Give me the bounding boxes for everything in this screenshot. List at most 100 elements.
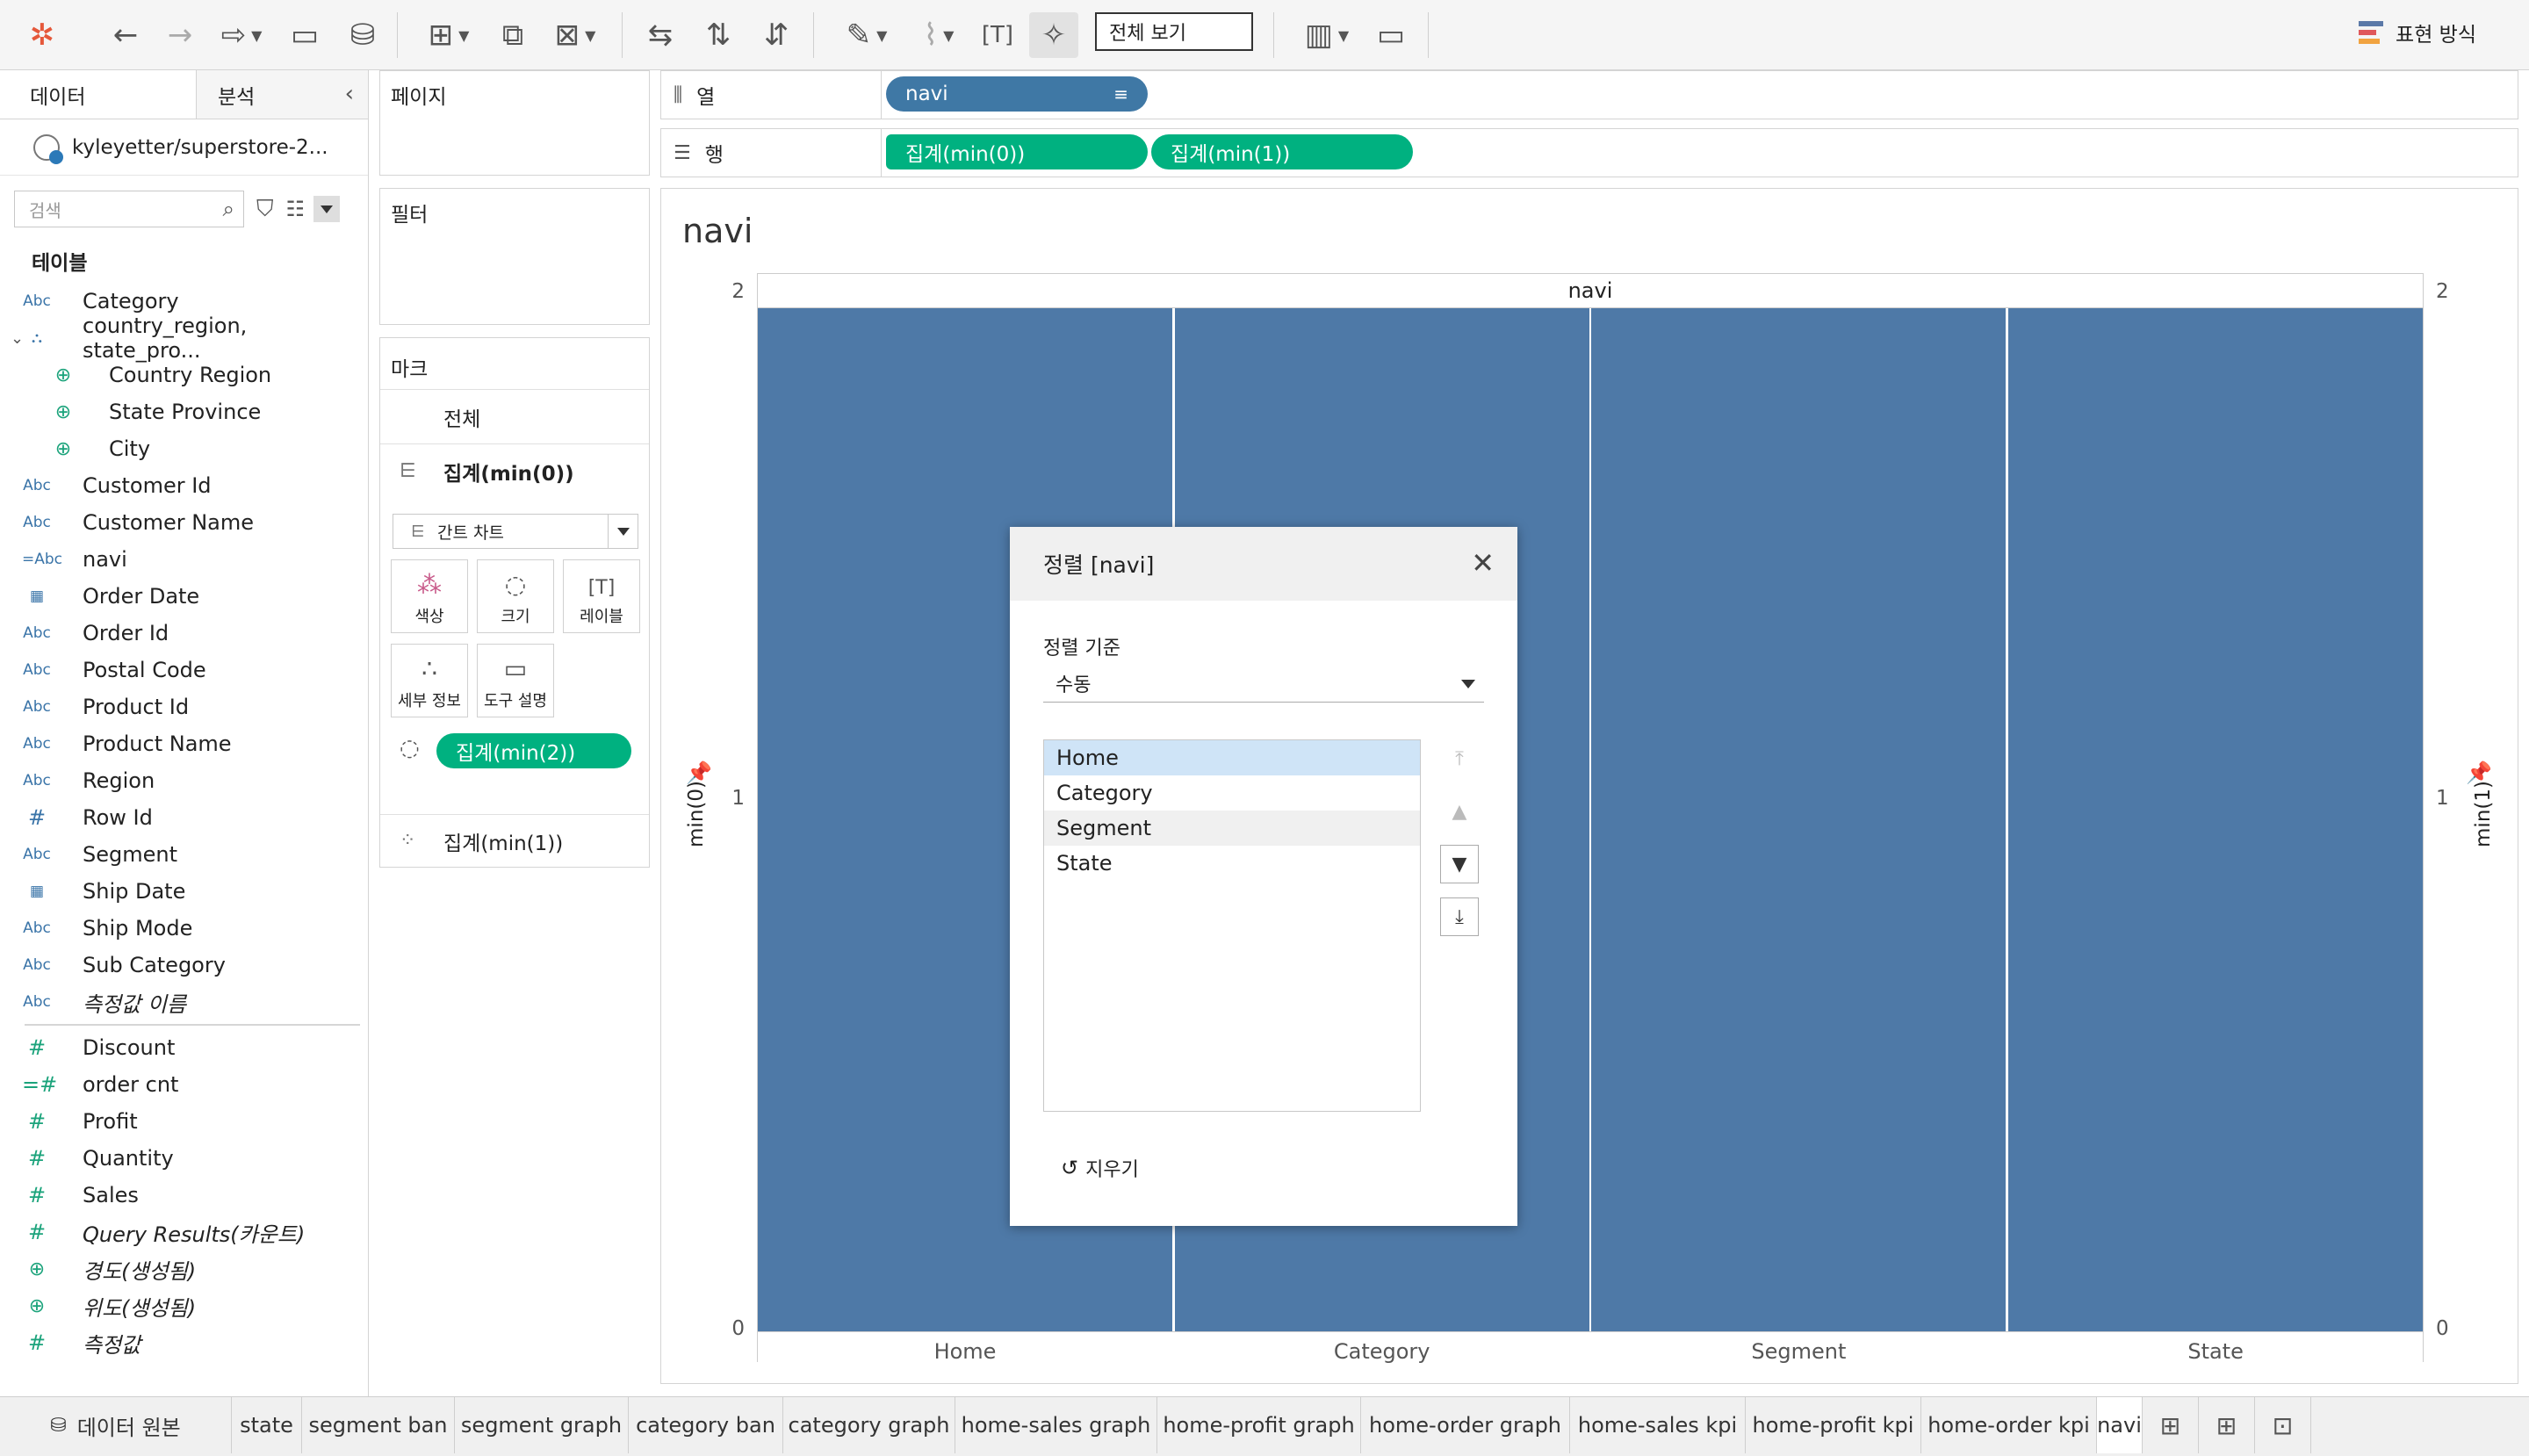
move-to-top-icon[interactable]: ⤒	[1440, 739, 1479, 778]
field-item[interactable]: ⊕ State Province	[0, 393, 369, 430]
show-cards-icon[interactable]: ▥ ▼	[1296, 12, 1358, 58]
field-item[interactable]: ▦ Order Date	[0, 578, 369, 615]
category-label[interactable]: State	[2008, 1339, 2423, 1364]
field-item[interactable]: Abc Order Id	[0, 615, 369, 652]
sheet-tab[interactable]: navi	[2097, 1397, 2143, 1453]
fix-axes-icon[interactable]: ✧	[1029, 12, 1078, 58]
field-item[interactable]: ⊕ City	[0, 430, 369, 467]
swap-icon[interactable]: ⇨ ▼	[211, 12, 272, 58]
right-axis[interactable]: 2 1 0 📌 min(1)	[2423, 273, 2518, 1362]
size-pill[interactable]: 집계(min(2))	[436, 733, 631, 768]
field-item[interactable]: # 측정값	[0, 1324, 369, 1361]
tooltip-button[interactable]: ▭ 도구 설명	[477, 644, 554, 717]
detail-button[interactable]: ∴ 세부 정보	[391, 644, 468, 717]
sheet-tab[interactable]: segment graph	[455, 1397, 629, 1453]
marks-all-tab[interactable]: 전체	[380, 389, 649, 443]
sheet-tab[interactable]: category graph	[783, 1397, 955, 1453]
field-item[interactable]: # Discount	[0, 1029, 369, 1066]
redo-icon[interactable]: →	[158, 12, 202, 58]
swap-rows-columns-icon[interactable]: ⇆	[639, 12, 681, 58]
presentation-mode-icon[interactable]: ▭	[1370, 12, 1412, 58]
field-item[interactable]: Abc Region	[0, 762, 369, 799]
label-button[interactable]: [T] 레이블	[563, 559, 640, 633]
field-item[interactable]: Abc Segment	[0, 836, 369, 873]
mark-type-select[interactable]: ⋿ 간트 차트	[393, 514, 638, 549]
sort-list-item[interactable]: Category	[1044, 775, 1420, 811]
field-item[interactable]: Abc Sub Category	[0, 947, 369, 984]
field-item[interactable]: # Sales	[0, 1177, 369, 1214]
view-list-icon[interactable]: ☷	[286, 197, 306, 221]
rows-pill-min0[interactable]: 집계(min(0))	[886, 134, 1148, 169]
category-label[interactable]: Category	[1175, 1339, 1589, 1364]
field-item[interactable]: ⛬ ⌄ country_region, state_pro...	[0, 314, 369, 363]
new-sheet-icon[interactable]: ⊞ ▼	[416, 12, 481, 58]
clear-button[interactable]: ↺ 지우기	[1061, 1154, 1139, 1182]
field-item[interactable]: # Profit	[0, 1103, 369, 1140]
bar-mark[interactable]	[2007, 308, 2423, 1331]
category-label[interactable]: Segment	[1591, 1339, 2006, 1364]
field-item[interactable]: ⊕ 위도(생성됨)	[0, 1287, 369, 1324]
marks-tab-min0[interactable]: ⋿ 집계(min(0))	[380, 443, 649, 498]
tab-datasource[interactable]: ⛁ 데이터 원본	[0, 1397, 232, 1453]
tableau-logo-icon[interactable]: ✲	[25, 12, 60, 58]
highlight-icon[interactable]: ✎ ▼	[836, 12, 897, 58]
group-icon[interactable]: ⌇ ▼	[908, 12, 969, 58]
rows-shelf[interactable]: ☰ 행 집계(min(0)) 집계(min(1))	[660, 128, 2518, 177]
expand-icon[interactable]: ⌄	[11, 329, 24, 348]
sheet-tab[interactable]: home-sales kpi	[1570, 1397, 1746, 1453]
field-item[interactable]: Abc Customer Id	[0, 467, 369, 504]
move-to-bottom-icon[interactable]: ⤓	[1440, 897, 1479, 936]
pages-shelf[interactable]: 페이지	[379, 70, 650, 176]
field-item[interactable]: Abc Postal Code	[0, 652, 369, 688]
tab-analysis[interactable]: 분석 ‹	[197, 70, 368, 119]
column-header[interactable]: navi	[758, 273, 2423, 308]
new-story-icon[interactable]: ⊡	[2255, 1397, 2311, 1453]
field-item[interactable]: =Abc navi	[0, 541, 369, 578]
color-button[interactable]: ⁂ 색상	[391, 559, 468, 633]
field-item[interactable]: ▦ Ship Date	[0, 873, 369, 910]
show-labels-icon[interactable]: [T]	[978, 12, 1017, 58]
sort-list-item[interactable]: Segment	[1044, 811, 1420, 846]
rows-pill-min1[interactable]: 집계(min(1))	[1151, 134, 1413, 169]
collapse-pane-icon[interactable]: ‹	[345, 81, 354, 107]
show-me-button[interactable]: 표현 방식	[2359, 18, 2476, 47]
sheet-tab[interactable]: home-sales graph	[955, 1397, 1157, 1453]
field-item[interactable]: =# order cnt	[0, 1066, 369, 1103]
field-item[interactable]: # Quantity	[0, 1140, 369, 1177]
field-item[interactable]: Abc Product Name	[0, 725, 369, 762]
sheet-tab[interactable]: home-order graph	[1361, 1397, 1570, 1453]
left-axis[interactable]: 2 1 0 📌 min(0)	[670, 273, 758, 1362]
field-item[interactable]: Abc Customer Name	[0, 504, 369, 541]
datasource-item[interactable]: kyleyetter/superstore-2...	[0, 119, 368, 176]
clear-sheet-icon[interactable]: ⊠ ▼	[544, 12, 606, 58]
field-item[interactable]: # Row Id	[0, 799, 369, 836]
field-item[interactable]: Abc Product Id	[0, 688, 369, 725]
fit-select[interactable]: 전체 보기	[1095, 12, 1253, 51]
sheet-tab[interactable]: home-profit kpi	[1746, 1397, 1921, 1453]
field-item[interactable]: # Query Results(카운트)	[0, 1214, 369, 1251]
field-item[interactable]: ⊕ Country Region	[0, 357, 369, 393]
sort-by-select[interactable]: 수동	[1043, 664, 1484, 703]
search-input[interactable]: 검색 ⌕	[14, 191, 244, 227]
tab-data[interactable]: 데이터	[0, 70, 197, 119]
save-icon[interactable]: ▭	[285, 12, 325, 58]
pane-menu-dropdown[interactable]	[313, 196, 341, 222]
move-down-icon[interactable]: ▼	[1440, 845, 1479, 883]
bar-mark[interactable]	[1591, 308, 2007, 1331]
new-dashboard-icon[interactable]: ⊞	[2199, 1397, 2255, 1453]
size-button[interactable]: ◌ 크기	[477, 559, 554, 633]
sort-ascending-icon[interactable]: ⇅	[697, 12, 739, 58]
sheet-tab[interactable]: state	[232, 1397, 302, 1453]
sheet-tab[interactable]: home-order kpi	[1921, 1397, 2097, 1453]
sheet-tab[interactable]: category ban	[629, 1397, 783, 1453]
close-icon[interactable]: ✕	[1471, 546, 1495, 580]
columns-shelf[interactable]: ⫼ 열 navi ≡	[660, 70, 2518, 119]
move-up-icon[interactable]: ▲	[1440, 792, 1479, 831]
sort-list-item[interactable]: State	[1044, 846, 1420, 881]
new-datasource-icon[interactable]: ⛁	[342, 12, 383, 58]
field-item[interactable]: Abc 측정값 이름	[0, 984, 369, 1020]
worksheet-view[interactable]: navi navi 2 1 0 📌 min(0) 2 1 0 📌 min(1) …	[660, 188, 2518, 1384]
columns-pill-navi[interactable]: navi ≡	[886, 76, 1148, 112]
field-item[interactable]: Abc Ship Mode	[0, 910, 369, 947]
sort-list-item[interactable]: Home	[1044, 740, 1420, 775]
